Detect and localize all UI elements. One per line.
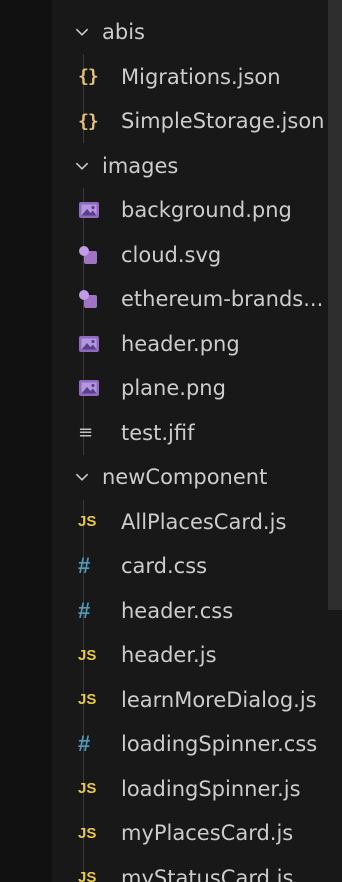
file-type-glyph: # xyxy=(78,597,91,623)
file-label: loadingSpinner.js xyxy=(121,776,301,801)
file-type-glyph: # xyxy=(78,731,91,757)
javascript-file-icon: JS xyxy=(78,821,108,845)
file-row[interactable]: ≡ test.jfif xyxy=(0,411,342,456)
file-explorer: abis{} Migrations.json{} SimpleStorage.jso… xyxy=(0,0,342,882)
folder-label: abis xyxy=(102,20,145,45)
file-label: ethereum-brands... xyxy=(121,287,324,312)
scrollbar-track[interactable] xyxy=(328,0,342,882)
file-row[interactable]: {} Migrations.json xyxy=(0,55,342,100)
folder-row[interactable]: newComponent xyxy=(0,455,342,500)
folder-label: newComponent xyxy=(102,465,268,490)
file-label: Migrations.json xyxy=(121,64,281,89)
chevron-down-icon xyxy=(70,20,94,44)
file-type-glyph: {} xyxy=(78,66,99,88)
folder-row[interactable]: abis xyxy=(0,10,342,55)
file-type-glyph: JS xyxy=(78,513,97,531)
javascript-file-icon: JS xyxy=(78,510,108,534)
javascript-file-icon: JS xyxy=(78,688,108,712)
folder-label: images xyxy=(102,153,179,178)
file-row[interactable]: background.png xyxy=(0,188,342,233)
svg-file-icon xyxy=(78,287,108,311)
css-file-icon: # xyxy=(78,731,108,757)
file-label: plane.png xyxy=(121,376,226,401)
file-type-glyph: JS xyxy=(78,869,97,882)
javascript-file-icon: JS xyxy=(78,777,108,801)
file-label: cloud.svg xyxy=(121,242,222,267)
json-file-icon: {} xyxy=(78,109,108,133)
file-label: AllPlacesCard.js xyxy=(121,509,287,534)
chevron-down-icon xyxy=(70,465,94,489)
json-file-icon: {} xyxy=(78,65,108,89)
file-label: card.css xyxy=(121,554,208,579)
file-type-glyph: {} xyxy=(78,110,99,132)
file-row[interactable]: # header.css xyxy=(0,589,342,634)
javascript-file-icon: JS xyxy=(78,643,108,667)
file-label: myPlacesCard.js xyxy=(121,821,294,846)
file-row[interactable]: # card.css xyxy=(0,544,342,589)
file-label: test.jfif xyxy=(121,420,195,445)
file-type-glyph: # xyxy=(78,553,91,579)
file-row[interactable]: ethereum-brands... xyxy=(0,277,342,322)
file-label: loadingSpinner.css xyxy=(121,732,318,757)
file-label: background.png xyxy=(121,198,292,223)
image-file-icon xyxy=(78,376,108,400)
file-type-glyph: JS xyxy=(78,780,97,798)
file-row[interactable]: plane.png xyxy=(0,366,342,411)
file-type-glyph: JS xyxy=(78,646,97,664)
file-label: SimpleStorage.json xyxy=(121,109,325,134)
file-row[interactable]: JS loadingSpinner.js xyxy=(0,767,342,812)
file-type-glyph: JS xyxy=(78,824,97,842)
image-file-icon xyxy=(78,198,108,222)
text-file-icon: ≡ xyxy=(78,421,108,445)
file-label: header.png xyxy=(121,331,240,356)
file-row[interactable]: {} SimpleStorage.json xyxy=(0,99,342,144)
css-file-icon: # xyxy=(78,597,108,623)
image-file-icon xyxy=(78,332,108,356)
file-label: learnMoreDialog.js xyxy=(121,687,317,712)
chevron-down-icon xyxy=(70,154,94,178)
file-row[interactable]: JS myPlacesCard.js xyxy=(0,811,342,856)
file-row[interactable]: JS myStatusCard.js xyxy=(0,856,342,882)
file-row[interactable]: cloud.svg xyxy=(0,233,342,278)
file-type-glyph: ≡ xyxy=(78,422,94,444)
file-label: myStatusCard.js xyxy=(121,865,294,882)
css-file-icon: # xyxy=(78,553,108,579)
svg-file-icon xyxy=(78,243,108,267)
file-label: header.js xyxy=(121,643,217,668)
file-row[interactable]: JS learnMoreDialog.js xyxy=(0,678,342,723)
file-label: header.css xyxy=(121,598,234,623)
scrollbar-thumb[interactable] xyxy=(328,0,342,610)
javascript-file-icon: JS xyxy=(78,866,108,882)
file-row[interactable]: # loadingSpinner.css xyxy=(0,722,342,767)
file-row[interactable]: header.png xyxy=(0,322,342,367)
file-row[interactable]: JS header.js xyxy=(0,633,342,678)
file-tree: abis{} Migrations.json{} SimpleStorage.jso… xyxy=(0,10,342,882)
folder-row[interactable]: images xyxy=(0,144,342,189)
file-type-glyph: JS xyxy=(78,691,97,709)
file-row[interactable]: JS AllPlacesCard.js xyxy=(0,500,342,545)
